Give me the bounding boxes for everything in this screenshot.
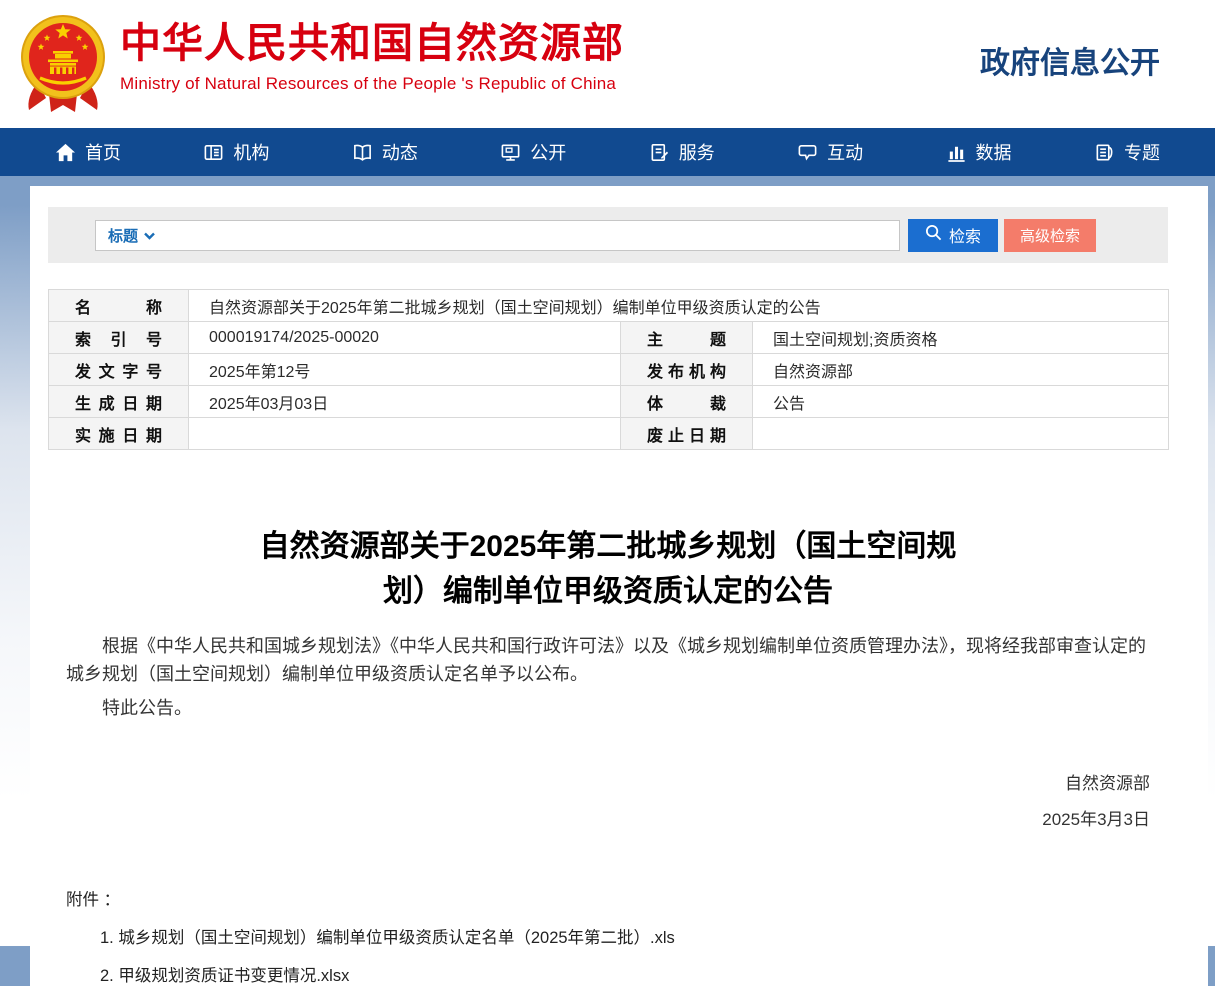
search-icon [925,224,942,246]
meta-label-repeal-date: 废止日期 [621,418,753,450]
nav-item-home[interactable]: 首页 [55,139,121,165]
ministry-logo[interactable] [20,8,106,125]
article-date: 2025年3月3日 [66,802,1150,838]
article-paragraph: 特此公告。 [66,694,1150,722]
nav-item-service[interactable]: 服务 [649,139,715,165]
organization-icon [203,142,224,163]
meta-label-index-no: 索引号 [49,322,189,354]
nav-item-topic[interactable]: 专题 [1094,139,1160,165]
search-button[interactable]: 检索 [908,219,998,252]
search-field-selector[interactable]: 标题 [108,225,155,246]
search-input[interactable] [155,220,899,251]
national-emblem-icon [20,8,106,125]
meta-label-effective-date: 实施日期 [49,418,189,450]
attachment-link[interactable]: 2. 甲级规划资质证书变更情况.xlsx [100,962,1150,986]
attachments-label: 附件 ： [66,886,1150,910]
document-meta-table: 名称 自然资源部关于2025年第二批城乡规划（国土空间规划）编制单位甲级资质认定… [48,289,1169,450]
meta-value-repeal-date [753,418,1169,450]
site-title: 中华人民共和国自然资源部 [120,22,624,65]
meta-label-subject: 主题 [621,322,753,354]
nav-item-interaction[interactable]: 互动 [797,139,863,165]
meta-label-name: 名称 [49,290,189,322]
meta-value-genre: 公告 [753,386,1169,418]
meta-value-doc-no: 2025年第12号 [189,354,621,386]
meta-label-issuer: 发布机构 [621,354,753,386]
nav-item-org[interactable]: 机构 [203,139,269,165]
meta-row-index: 索引号 000019174/2025-00020 主题 国土空间规划;资质资格 [49,322,1169,354]
chevron-down-icon [144,227,155,244]
home-icon [55,142,76,163]
site-subtitle: Ministry of Natural Resources of the Peo… [120,74,624,94]
meta-label-genre: 体裁 [621,386,753,418]
main-panel: 标题 检索 高级检索 名称 自然资源部关于2025年第二批城乡规划（国土空 [30,186,1208,986]
meta-label-created-date: 生成日期 [49,386,189,418]
special-topic-icon [1094,142,1115,163]
interaction-chat-icon [797,142,818,163]
site-header: 中华人民共和国自然资源部 Ministry of Natural Resourc… [0,0,1215,128]
service-edit-icon [649,142,670,163]
meta-value-subject: 国土空间规划;资质资格 [753,322,1169,354]
meta-row-dates: 生成日期 2025年03月03日 体裁 公告 [49,386,1169,418]
search-input-wrap: 标题 [95,220,900,251]
article-paragraph: 根据《中华人民共和国城乡规划法》《中华人民共和国行政许可法》以及《城乡规划编制单… [66,632,1150,688]
meta-label-doc-no: 发文字号 [49,354,189,386]
meta-value-index-no: 000019174/2025-00020 [189,322,621,354]
disclosure-screen-icon [500,142,521,163]
meta-row-effective: 实施日期 废止日期 [49,418,1169,450]
search-bar: 标题 检索 高级检索 [48,207,1168,263]
meta-row-docno: 发文字号 2025年第12号 发布机构 自然资源部 [49,354,1169,386]
nav-item-news[interactable]: 动态 [352,139,418,165]
data-chart-icon [946,142,967,163]
meta-value-effective-date [189,418,621,450]
page-title: 自然资源部关于2025年第二批城乡规划（国土空间规划）编制单位甲级资质认定的公告 [258,524,958,614]
meta-row-name: 名称 自然资源部关于2025年第二批城乡规划（国土空间规划）编制单位甲级资质认定… [49,290,1169,322]
attachments-section: 附件 ： 1. 城乡规划（国土空间规划）编制单位甲级资质认定名单（2025年第二… [66,886,1150,986]
main-nav: 首页 机构 动态 公开 服务 互动 数据 [0,128,1215,176]
gov-info-disclosure-link[interactable]: 政府信息公开 [980,38,1160,82]
meta-value-issuer: 自然资源部 [753,354,1169,386]
nav-item-data[interactable]: 数据 [946,139,1012,165]
nav-item-disclosure[interactable]: 公开 [500,139,566,165]
article-signer: 自然资源部 [66,766,1150,802]
site-title-block: 中华人民共和国自然资源部 Ministry of Natural Resourc… [120,22,624,94]
meta-value-name: 自然资源部关于2025年第二批城乡规划（国土空间规划）编制单位甲级资质认定的公告 [189,290,1169,322]
news-book-icon [352,142,373,163]
announcement-article: 自然资源部关于2025年第二批城乡规划（国土空间规划）编制单位甲级资质认定的公告… [66,524,1150,986]
attachment-link[interactable]: 1. 城乡规划（国土空间规划）编制单位甲级资质认定名单（2025年第二批）.xl… [100,924,1150,948]
meta-value-created-date: 2025年03月03日 [189,386,621,418]
advanced-search-button[interactable]: 高级检索 [1004,219,1096,252]
